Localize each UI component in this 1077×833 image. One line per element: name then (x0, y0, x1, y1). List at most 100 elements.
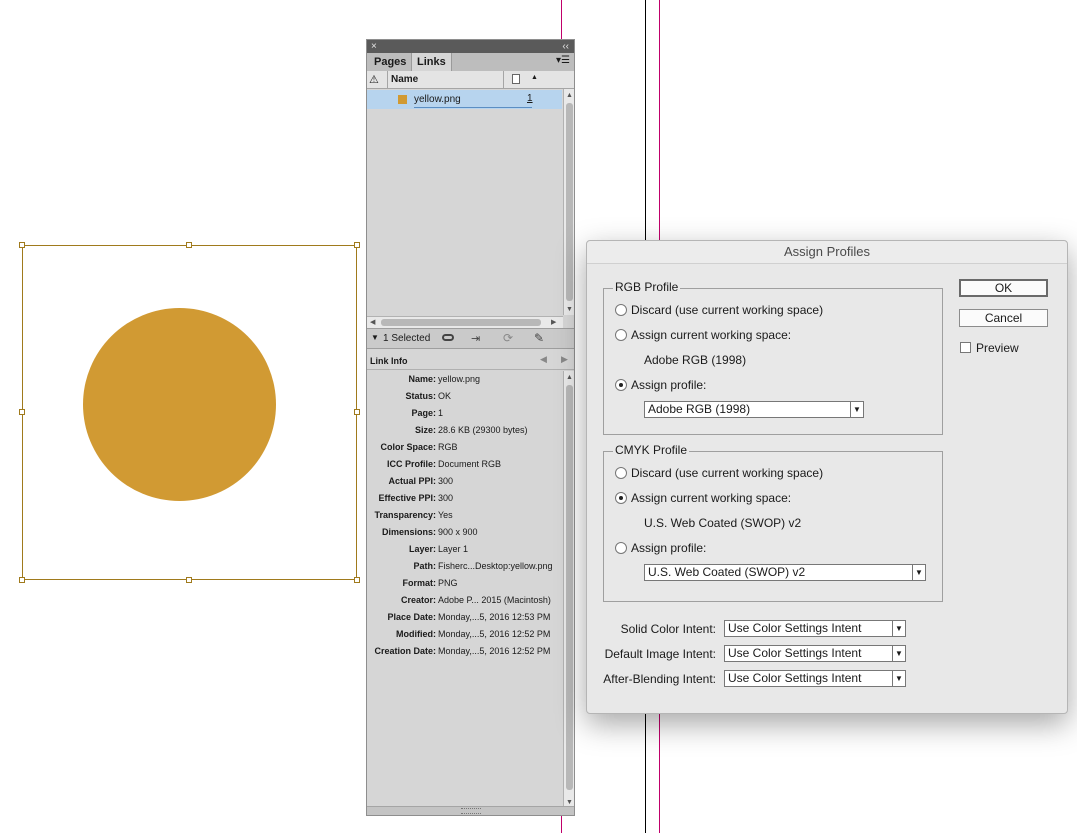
divider (414, 107, 532, 108)
panel-resize-grip[interactable] (367, 806, 574, 815)
frame-handle[interactable] (354, 242, 360, 248)
info-key: Name: (408, 374, 436, 384)
frame-handle[interactable] (19, 577, 25, 583)
frame-handle[interactable] (354, 409, 360, 415)
links-list-scrollbar[interactable]: ▲ ▼ (563, 89, 574, 315)
divider (387, 71, 388, 88)
info-value: 28.6 KB (29300 bytes) (438, 425, 528, 435)
rgb-assign-current-label[interactable]: Assign current working space: (631, 328, 791, 342)
tab-pages[interactable]: Pages (369, 53, 411, 71)
ok-button[interactable]: OK (959, 279, 1048, 297)
rgb-profile-select[interactable]: Adobe RGB (1998) ▼ (644, 401, 864, 418)
chevron-down-icon: ▼ (912, 565, 925, 580)
links-list-hscrollbar[interactable]: ◀ ▶ (367, 316, 563, 328)
rgb-current-space: Adobe RGB (1998) (644, 353, 747, 367)
relink-icon[interactable] (442, 334, 454, 341)
info-row: Size: 28.6 KB (29300 bytes) (367, 425, 562, 442)
rgb-assign-profile-radio[interactable] (615, 379, 627, 391)
frame-handle[interactable] (186, 577, 192, 583)
info-row: Status: OK (367, 391, 562, 408)
scroll-right-icon[interactable]: ▶ (551, 318, 556, 326)
cmyk-assign-current-label[interactable]: Assign current working space: (631, 491, 791, 505)
image-frame[interactable] (22, 245, 357, 580)
info-key: Effective PPI: (378, 493, 436, 503)
tab-links[interactable]: Links (411, 53, 452, 71)
cmyk-profile-value: U.S. Web Coated (SWOP) v2 (648, 565, 806, 579)
info-row: Format: PNG (367, 578, 562, 595)
preview-label[interactable]: Preview (976, 341, 1019, 355)
cmyk-discard-label[interactable]: Discard (use current working space) (631, 466, 823, 480)
info-value: Monday,...5, 2016 12:52 PM (438, 629, 551, 639)
info-key: Creation Date: (374, 646, 436, 656)
link-page-number[interactable]: 1 (527, 93, 533, 104)
frame-handle[interactable] (354, 577, 360, 583)
default-image-intent-select[interactable]: Use Color Settings Intent ▼ (724, 645, 906, 662)
info-value: Fisherc...Desktop:yellow.png (438, 561, 553, 571)
info-row: Creator: Adobe P... 2015 (Macintosh) (367, 595, 562, 612)
frame-handle[interactable] (186, 242, 192, 248)
info-row: Layer: Layer 1 (367, 544, 562, 561)
link-info-header: Link Info ◀ ▶ (367, 353, 574, 370)
default-image-intent-label: Default Image Intent: (604, 647, 716, 661)
info-row: Page: 1 (367, 408, 562, 425)
frame-handle[interactable] (19, 409, 25, 415)
scroll-left-icon[interactable]: ◀ (370, 318, 375, 326)
warning-icon[interactable]: ⚠ (369, 73, 379, 86)
collapse-icon[interactable]: ‹‹ (562, 40, 569, 53)
go-to-link-icon[interactable]: ⇥ (471, 332, 480, 345)
after-blending-intent-select[interactable]: Use Color Settings Intent ▼ (724, 670, 906, 687)
info-value: OK (438, 391, 452, 401)
rgb-profile-value: Adobe RGB (1998) (648, 402, 751, 416)
link-row[interactable]: yellow.png 1 (367, 90, 562, 109)
info-key: Layer: (408, 544, 436, 554)
rgb-discard-label[interactable]: Discard (use current working space) (631, 303, 823, 317)
page-column-icon[interactable] (512, 74, 520, 84)
name-column-header[interactable]: Name (391, 74, 418, 85)
next-link-icon[interactable]: ▶ (561, 354, 568, 365)
cmyk-assign-current-radio[interactable] (615, 492, 627, 504)
info-value: 1 (438, 408, 444, 418)
cmyk-assign-profile-label[interactable]: Assign profile: (631, 541, 706, 555)
info-value: Document RGB (438, 459, 502, 469)
info-value: 900 x 900 (438, 527, 478, 537)
links-panel: × ‹‹ Pages Links ▾☰ ⚠ Name ▲ yellow.png … (366, 39, 575, 816)
info-row: Creation Date: Monday,...5, 2016 12:52 PM (367, 646, 562, 663)
pencil-icon[interactable]: ✎ (534, 331, 544, 345)
info-row: Transparency: Yes (367, 510, 562, 527)
info-row: Path: Fisherc...Desktop:yellow.png (367, 561, 562, 578)
rgb-assign-current-radio[interactable] (615, 329, 627, 341)
scroll-down-icon[interactable]: ▼ (566, 799, 573, 806)
after-blending-intent-label: After-Blending Intent: (603, 672, 716, 686)
info-row: Dimensions: 900 x 900 (367, 527, 562, 544)
cmyk-discard-radio[interactable] (615, 467, 627, 479)
solid-color-intent-label: Solid Color Intent: (620, 622, 716, 636)
scroll-up-icon[interactable]: ▲ (566, 92, 573, 99)
previous-link-icon[interactable]: ◀ (540, 354, 547, 365)
link-info-scrollbar[interactable]: ▲ ▼ (563, 371, 574, 808)
info-key: Transparency: (374, 510, 436, 520)
panel-tabs: Pages Links ▾☰ (367, 53, 574, 72)
rgb-assign-profile-label[interactable]: Assign profile: (631, 378, 706, 392)
rgb-discard-radio[interactable] (615, 304, 627, 316)
info-value: PNG (438, 578, 458, 588)
close-icon[interactable]: × (371, 40, 377, 53)
panel-menu-icon[interactable]: ▾☰ (556, 55, 570, 66)
expand-info-icon[interactable]: ▼ (371, 333, 379, 342)
scroll-up-icon[interactable]: ▲ (566, 374, 573, 381)
cancel-button[interactable]: Cancel (959, 309, 1048, 327)
scroll-thumb[interactable] (566, 103, 573, 301)
update-link-icon[interactable]: ⟳ (503, 331, 513, 345)
info-value: 300 (438, 493, 454, 503)
cmyk-assign-profile-radio[interactable] (615, 542, 627, 554)
scroll-thumb[interactable] (566, 385, 573, 790)
preview-checkbox[interactable] (960, 342, 971, 353)
link-info-title: Link Info (370, 356, 408, 366)
scroll-thumb[interactable] (381, 319, 541, 326)
scroll-down-icon[interactable]: ▼ (566, 306, 573, 313)
cmyk-profile-select[interactable]: U.S. Web Coated (SWOP) v2 ▼ (644, 564, 926, 581)
frame-handle[interactable] (19, 242, 25, 248)
solid-color-intent-select[interactable]: Use Color Settings Intent ▼ (724, 620, 906, 637)
sort-arrow-icon[interactable]: ▲ (531, 74, 538, 81)
info-key: Format: (402, 578, 437, 588)
chevron-down-icon: ▼ (892, 646, 905, 661)
